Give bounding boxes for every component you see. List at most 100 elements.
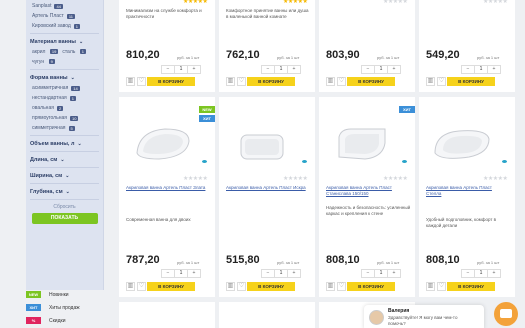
sale-badge: % xyxy=(26,317,41,324)
product-name-link[interactable]: Акриловая ванна Артель Пласт Станислава … xyxy=(326,185,406,197)
add-to-cart-button[interactable]: В КОРЗИНУ xyxy=(447,282,495,291)
length-filter-heading[interactable]: Длина, см ⌄ xyxy=(26,154,103,165)
product-image[interactable] xyxy=(229,129,295,169)
width-filter-heading[interactable]: Ширина, см ⌄ xyxy=(26,170,103,181)
product-description: Современная ванна для двоих xyxy=(126,217,191,222)
product-price: 762,10 xyxy=(226,49,260,61)
bar-chart-icon[interactable]: ▥ xyxy=(426,77,435,86)
product-image[interactable] xyxy=(429,123,495,163)
product-price: 808,10 xyxy=(326,254,360,266)
heart-icon[interactable]: ♡ xyxy=(137,282,146,291)
eye-icon[interactable] xyxy=(502,160,507,163)
product-image[interactable] xyxy=(129,123,195,163)
volume-filter-heading[interactable]: Объем ванны, л ⌄ xyxy=(26,138,103,149)
quantity-stepper[interactable]: −1 + xyxy=(161,65,201,74)
add-to-cart-button[interactable]: В КОРЗИНУ xyxy=(247,77,295,86)
brand-label: Кировский завод xyxy=(32,23,71,29)
divider xyxy=(30,69,99,70)
heart-icon[interactable]: ♡ xyxy=(137,77,146,86)
product-name-link[interactable]: Акриловая ванна Артель Пласт Злата xyxy=(126,185,206,191)
brand-filter-kirov[interactable]: Кировский завод 1 xyxy=(26,21,103,31)
product-card: ★★★★★ Комфортное принятие ванны или душа… xyxy=(219,0,315,92)
depth-filter-heading[interactable]: Глубина, см ⌄ xyxy=(26,186,103,197)
chat-button[interactable] xyxy=(494,302,518,326)
shape-filter-asymmetric[interactable]: асимметричная 14 xyxy=(26,83,103,93)
add-to-cart-button[interactable]: В КОРЗИНУ xyxy=(447,77,495,86)
brand-filter-artel[interactable]: Артель Пласт 11 xyxy=(26,11,103,21)
heading-label: Материал ванны xyxy=(30,38,76,45)
divider xyxy=(30,33,99,34)
shape-filter-symmetric[interactable]: симметричная 5 xyxy=(26,123,103,133)
price-unit: руб. за 1 шт xyxy=(277,55,300,60)
quantity-stepper[interactable]: −1 + xyxy=(261,65,301,74)
rating-stars: ★★★★★ xyxy=(183,176,208,182)
heart-icon[interactable]: ♡ xyxy=(237,77,246,86)
bar-chart-icon[interactable]: ▥ xyxy=(326,282,335,291)
heart-icon[interactable]: ♡ xyxy=(337,77,346,86)
product-card: NEW ХИТ ★★★★★ Акриловая ванна Артель Пла… xyxy=(119,97,215,297)
quantity-stepper[interactable]: −1 + xyxy=(361,269,401,278)
link-new[interactable]: NEW Новинки xyxy=(26,288,104,301)
product-description: Минимализм на службе комфорта и практичн… xyxy=(126,8,202,19)
chevron-down-icon: ⌄ xyxy=(65,188,70,195)
product-name-link[interactable]: Акриловая ванна Артель Пласт Стелла xyxy=(426,185,506,197)
product-price: 803,90 xyxy=(326,49,360,61)
quantity-stepper[interactable]: −1 + xyxy=(461,269,501,278)
link-hits[interactable]: ХИТ Хиты продаж xyxy=(26,301,104,314)
product-price: 787,20 xyxy=(126,254,160,266)
link-sale[interactable]: % Скидки xyxy=(26,314,104,327)
bar-chart-icon[interactable]: ▥ xyxy=(426,282,435,291)
divider xyxy=(30,183,99,184)
shape-filter-rectangular[interactable]: прямоугольная 10 xyxy=(26,113,103,123)
material-tag-steel[interactable]: сталь 1 xyxy=(62,49,86,55)
quantity-stepper[interactable]: −1 + xyxy=(161,269,201,278)
add-to-cart-button[interactable]: В КОРЗИНУ xyxy=(347,282,395,291)
brand-filter-sanplast[interactable]: Sanplast 44 xyxy=(26,1,103,11)
bar-chart-icon[interactable]: ▥ xyxy=(226,77,235,86)
chevron-down-icon: ⌄ xyxy=(70,74,75,81)
show-results-button[interactable]: ПОКАЗАТЬ xyxy=(31,213,98,224)
shape-filter-heading[interactable]: Форма ванны ⌄ xyxy=(26,72,103,83)
price-unit: руб. за 1 шт xyxy=(277,260,300,265)
add-to-cart-button[interactable]: В КОРЗИНУ xyxy=(247,282,295,291)
product-description: Надежность и безопасность: усиленный кар… xyxy=(326,205,411,216)
quantity-stepper[interactable]: −1 + xyxy=(361,65,401,74)
heart-icon[interactable]: ♡ xyxy=(237,282,246,291)
bar-chart-icon[interactable]: ▥ xyxy=(126,77,135,86)
bar-chart-icon[interactable]: ▥ xyxy=(226,282,235,291)
product-name-link[interactable]: Акриловая ванна Артель Пласт Искра xyxy=(226,185,306,191)
material-filter-heading[interactable]: Материал ванны ⌄ xyxy=(26,36,103,47)
add-to-cart-button[interactable]: В КОРЗИНУ xyxy=(147,282,195,291)
shape-filter-oval[interactable]: овальная 2 xyxy=(26,103,103,113)
product-card: ★★★★★ Акриловая ванна Артель Пласт Искра… xyxy=(219,97,315,297)
eye-icon[interactable] xyxy=(202,160,207,163)
eye-icon[interactable] xyxy=(302,160,307,163)
price-unit: руб. за 1 шт xyxy=(177,260,200,265)
heart-icon[interactable]: ♡ xyxy=(337,282,346,291)
eye-icon[interactable] xyxy=(402,160,407,163)
product-card: ★★★★★ 803,90 руб. за 1 шт −1 + ▥ ♡ В КОРЗ… xyxy=(319,0,415,92)
material-tag-acrylic[interactable]: акрил 19 xyxy=(32,49,59,55)
avatar xyxy=(369,310,384,325)
reset-filters-link[interactable]: Сбросить xyxy=(26,204,103,210)
page: Sanplast 44 Артель Пласт 11 Кировский за… xyxy=(0,0,525,328)
material-tag-cast-iron[interactable]: чугун 9 xyxy=(32,59,55,65)
chat-popup[interactable]: Валерия Здравствуйте! Я могу вам чем-то … xyxy=(364,305,484,328)
shape-filter-nonstandard[interactable]: нестандартная 1 xyxy=(26,93,103,103)
link-label: Хиты продаж xyxy=(49,304,80,311)
product-image[interactable] xyxy=(329,123,395,163)
product-description: Комфортное принятие ванны или душа в мал… xyxy=(226,8,309,19)
brand-count: 11 xyxy=(66,13,76,19)
quantity-stepper[interactable]: −1 + xyxy=(461,65,501,74)
heart-icon[interactable]: ♡ xyxy=(437,77,446,86)
heart-icon[interactable]: ♡ xyxy=(437,282,446,291)
add-to-cart-button[interactable]: В КОРЗИНУ xyxy=(147,77,195,86)
divider xyxy=(30,167,99,168)
brand-label: Sanplast xyxy=(32,3,52,9)
quantity-stepper[interactable]: −1 + xyxy=(261,269,301,278)
bar-chart-icon[interactable]: ▥ xyxy=(126,282,135,291)
add-to-cart-button[interactable]: В КОРЗИНУ xyxy=(347,77,395,86)
bar-chart-icon[interactable]: ▥ xyxy=(326,77,335,86)
chevron-down-icon: ⌄ xyxy=(65,172,70,179)
rating-stars: ★★★★★ xyxy=(383,0,408,5)
